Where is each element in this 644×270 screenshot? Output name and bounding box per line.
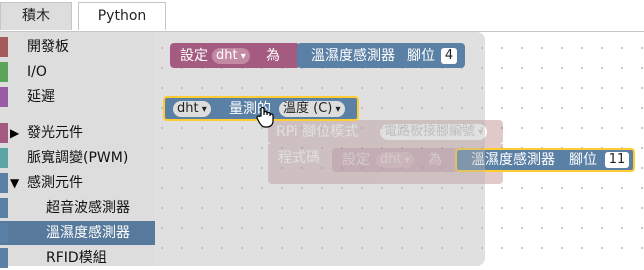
toolbox-category-io[interactable]: I/O xyxy=(0,60,155,84)
variable-dropdown[interactable]: dht xyxy=(212,48,250,64)
category-color-stripe xyxy=(0,37,8,57)
pin-number-field[interactable]: 4 xyxy=(441,48,457,64)
category-color-stripe xyxy=(0,123,8,143)
set-variable-block[interactable]: 設定 dht 為 xyxy=(170,43,300,68)
toolbox-category-board[interactable]: 開發板 xyxy=(0,35,155,59)
sensor-label: 溫濕度感測器 xyxy=(311,48,395,64)
toolbox-subcategory-rfid[interactable]: RFID模組 xyxy=(0,246,155,270)
toolbox-category-pwm[interactable]: 脈寬調變(PWM) xyxy=(0,146,155,170)
measure-type-dropdown[interactable]: 溫度 (C) xyxy=(279,101,345,117)
toolbox-category-label: I/O xyxy=(27,64,47,80)
toolbox-category-label: 開發板 xyxy=(27,39,69,55)
as-label: 為 xyxy=(266,48,280,64)
toolbox-category-light[interactable]: ▶ 發光元件 xyxy=(0,121,155,145)
collapse-arrow-icon[interactable]: ▼ xyxy=(10,173,19,193)
category-color-stripe xyxy=(0,173,8,193)
tab-bar-divider xyxy=(0,31,644,32)
toolbox-category-sensors[interactable]: ▼ 感測元件 xyxy=(0,171,155,195)
toolbox: 開發板 I/O 延遲 ▶ 發光元件 脈寬調變(PWM) ▼ 感測元件 超音波感測… xyxy=(0,32,155,268)
toolbox-category-label: 溫濕度感測器 xyxy=(46,225,130,241)
dht-sensor-block[interactable]: 溫濕度感測器 腳位 4 xyxy=(297,43,465,68)
toolbox-category-label: 發光元件 xyxy=(27,125,83,141)
pin-number-field[interactable]: 11 xyxy=(605,152,629,168)
category-color-stripe xyxy=(0,87,8,107)
category-color-stripe xyxy=(0,198,8,218)
pin-label: 腳位 xyxy=(569,152,597,168)
variable-dropdown[interactable]: dht xyxy=(173,101,211,117)
hand-cursor-icon xyxy=(255,106,275,128)
tab-bar: 積木 Python xyxy=(0,0,644,32)
tab-python[interactable]: Python xyxy=(78,2,166,30)
category-color-stripe xyxy=(0,248,8,268)
toolbox-category-label: RFID模組 xyxy=(46,250,107,266)
pin-label: 腳位 xyxy=(407,48,435,64)
category-color-stripe xyxy=(0,223,8,243)
toolbox-subcategory-dht[interactable]: 溫濕度感測器 xyxy=(0,221,155,245)
toolbox-category-label: 脈寬調變(PWM) xyxy=(27,150,129,166)
category-color-stripe xyxy=(0,62,8,82)
category-color-stripe xyxy=(0,148,8,168)
set-label: 設定 xyxy=(180,48,208,64)
toolbox-subcategory-ultrasonic[interactable]: 超音波感測器 xyxy=(0,196,155,220)
toolbox-category-label: 感測元件 xyxy=(27,175,83,191)
tab-blocks[interactable]: 積木 xyxy=(0,2,72,30)
expand-arrow-icon[interactable]: ▶ xyxy=(10,123,19,143)
toolbox-category-delay[interactable]: 延遲 xyxy=(0,85,155,109)
toolbox-category-label: 超音波感測器 xyxy=(46,200,130,216)
toolbox-category-label: 延遲 xyxy=(27,89,55,105)
